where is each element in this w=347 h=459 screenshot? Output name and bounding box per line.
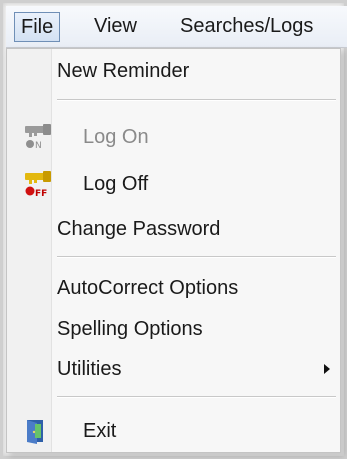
menu-item-label: Log On [83, 126, 149, 148]
menu-item-label: AutoCorrect Options [57, 277, 239, 299]
menu-item-spelling-options[interactable]: Spelling Options [7, 311, 340, 347]
menu-item-exit[interactable]: Exit [7, 413, 340, 449]
menu-view[interactable]: View [88, 12, 143, 42]
menu-item-label: Spelling Options [57, 318, 203, 340]
menu-separator [57, 396, 336, 398]
menu-item-label: Exit [83, 420, 117, 442]
menu-item-utilities[interactable]: Utilities [7, 351, 340, 387]
file-dropdown-menu: New Reminder N Log On FF Log Off Change … [6, 48, 341, 453]
menu-item-label: New Reminder [57, 60, 190, 82]
menu-separator [57, 99, 336, 101]
menu-item-log-off[interactable]: FF Log Off [7, 166, 340, 202]
menu-item-label: Change Password [57, 218, 221, 240]
submenu-arrow-icon [324, 364, 330, 374]
key-off-icon: FF [23, 171, 53, 199]
menu-bar: File View Searches/Logs [6, 6, 347, 48]
menu-file[interactable]: File [14, 12, 61, 42]
exit-door-icon [23, 418, 53, 444]
svg-text:FF: FF [35, 189, 47, 197]
menu-item-autocorrect-options[interactable]: AutoCorrect Options [7, 270, 340, 306]
menu-item-label: Log Off [83, 173, 149, 195]
menu-item-log-on[interactable]: N Log On [7, 119, 340, 155]
menu-item-new-reminder[interactable]: New Reminder [7, 53, 340, 89]
icon-gutter [7, 49, 52, 452]
svg-text:N: N [35, 141, 42, 150]
menu-item-label: Utilities [57, 358, 122, 380]
menu-item-change-password[interactable]: Change Password [7, 211, 340, 247]
menu-searches-logs[interactable]: Searches/Logs [174, 12, 319, 42]
key-on-icon: N [23, 124, 53, 151]
menu-separator [57, 256, 336, 258]
